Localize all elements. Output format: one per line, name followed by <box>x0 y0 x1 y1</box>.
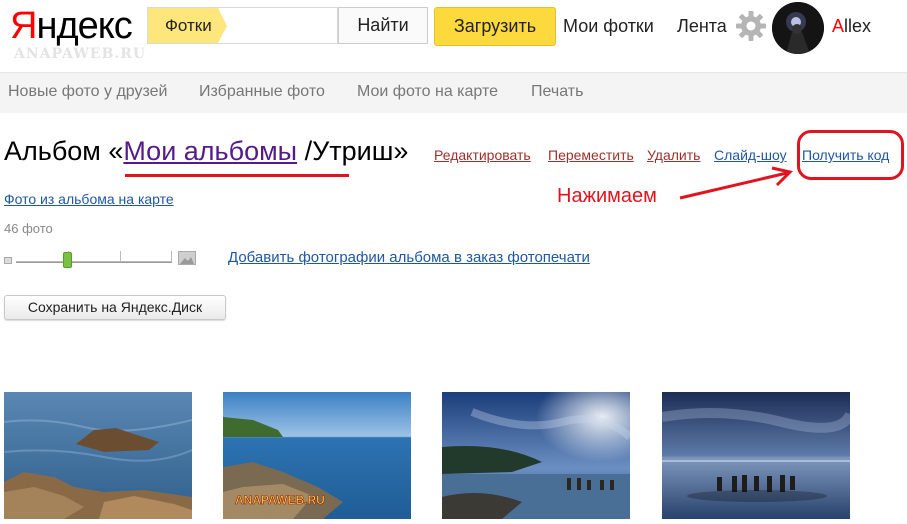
subnav-item-print[interactable]: Печать <box>531 83 583 101</box>
photo-thumbnail-sea-rocks[interactable] <box>4 392 192 519</box>
slider-small-icon[interactable] <box>4 257 12 264</box>
upload-button[interactable]: Загрузить <box>434 7 556 46</box>
subnav-bar: Новые фото у друзей Избранные фото Мои ф… <box>0 72 907 113</box>
watermark-text: ANAPAWEB.RU <box>14 46 147 62</box>
gear-icon[interactable] <box>735 10 767 42</box>
slider-big-icon[interactable] <box>178 251 196 265</box>
nav-feed[interactable]: Лента <box>677 16 727 37</box>
album-title-prefix: Альбом « <box>4 136 124 166</box>
yandex-logo[interactable]: Яндекс <box>10 4 133 48</box>
avatar[interactable] <box>772 2 824 54</box>
slider-tick <box>120 251 121 261</box>
photo-count: 46 фото <box>4 221 53 236</box>
nav-my-photos[interactable]: Мои фотки <box>563 16 654 37</box>
subnav-item-map[interactable]: Мои фото на карте <box>357 83 498 101</box>
page-title: Альбом «Мои альбомы /Утриш» <box>4 136 408 167</box>
delete-link[interactable]: Удалить <box>647 147 700 163</box>
add-to-print-link[interactable]: Добавить фотографии альбома в заказ фото… <box>228 249 590 266</box>
annotation-underline <box>125 174 349 177</box>
username-rest: llex <box>844 16 872 36</box>
album-map-link[interactable]: Фото из альбома на карте <box>4 191 174 207</box>
slideshow-link[interactable]: Слайд-шоу <box>714 147 787 163</box>
logo-rest: ндекс <box>36 5 132 47</box>
photo-thumbnail-night-pier[interactable] <box>662 392 850 519</box>
subnav-item-favorites[interactable]: Избранные фото <box>199 83 325 101</box>
move-link[interactable]: Переместить <box>548 147 634 163</box>
annotation-text: Нажимаем <box>557 185 657 207</box>
photo-thumbnail-moon-coast[interactable] <box>442 392 630 519</box>
photo-thumbnail-coast-rocks[interactable]: ANAPAWEB.RU <box>223 392 411 519</box>
annotation-arrow-icon <box>679 166 793 200</box>
thumbnail-size-slider[interactable] <box>16 251 172 263</box>
logo-first-letter: Я <box>10 5 37 47</box>
search-service-tag[interactable]: Фотки <box>148 8 227 43</box>
slider-tick <box>171 251 172 261</box>
find-button[interactable]: Найти <box>338 7 428 44</box>
search-input[interactable]: Фотки <box>147 7 338 44</box>
annotation-circle <box>797 130 904 180</box>
thumbnail-watermark: ANAPAWEB.RU <box>235 493 325 507</box>
slider-handle[interactable] <box>63 252 73 268</box>
album-name: /Утриш» <box>297 136 409 166</box>
subnav-item-friends-new[interactable]: Новые фото у друзей <box>8 83 168 101</box>
username-first-letter: A <box>832 16 845 36</box>
edit-link[interactable]: Редактировать <box>434 147 531 163</box>
save-to-disk-button[interactable]: Сохранить на Яндекс.Диск <box>4 295 226 320</box>
my-albums-link[interactable]: Мои альбомы <box>123 136 297 166</box>
username[interactable]: Allex <box>832 16 871 37</box>
